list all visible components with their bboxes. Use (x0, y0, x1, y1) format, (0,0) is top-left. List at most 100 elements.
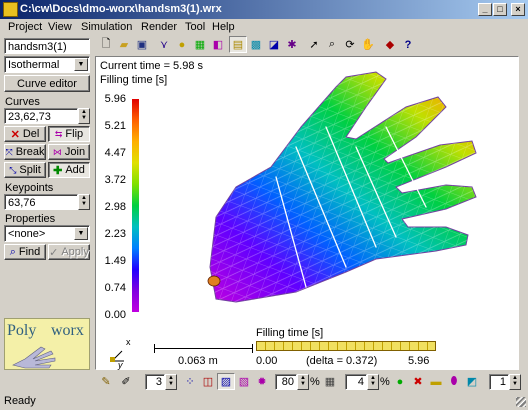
legend-title: Filling time [s] (100, 74, 168, 86)
axis-indicator (110, 350, 124, 362)
eraser-icon[interactable]: ⬮ (445, 373, 463, 390)
value1-spinner[interactable]: ▲ ▼ (165, 374, 177, 390)
flip-icon: ⇆ (54, 128, 63, 139)
pointer-icon[interactable]: ➚ (305, 36, 323, 53)
resize-grip[interactable] (516, 397, 526, 407)
plus-icon: ✚ (53, 164, 63, 177)
grid-icon[interactable]: ▩ (247, 36, 265, 53)
polyworx-logo: Poly worx (4, 318, 90, 370)
maximize-button[interactable]: □ (493, 3, 507, 16)
split-button[interactable]: ⤡ Split (4, 162, 46, 178)
main-toolbar: 🗋 ▰ ▣ ⋎ ● ▦ ◧ ▤ ▩ ◪ ✱ ➚ ⌕ ⟳ ✋ ◆ ? (95, 36, 519, 55)
value2-field[interactable]: 80 (275, 374, 297, 390)
scale-bar (154, 348, 252, 349)
green-ball-icon[interactable]: ● (391, 373, 409, 390)
value2-spinner[interactable]: ▲ ▼ (297, 374, 309, 390)
book-icon[interactable]: ◆ (381, 36, 399, 53)
mode-select[interactable]: Isothermal ▼ (4, 56, 90, 73)
break-button[interactable]: ⤧ Break (4, 144, 46, 160)
find-button[interactable]: ⌕ Find (4, 244, 46, 260)
light-icon[interactable]: ✹ (253, 373, 271, 390)
cube-icon[interactable]: ◪ (265, 36, 283, 53)
del-button[interactable]: ✕ Del (4, 126, 46, 142)
bottom-legend-title: Filling time [s] (256, 327, 324, 339)
app-icon (3, 2, 18, 17)
keypoints-spinner[interactable]: ▲ ▼ (78, 194, 90, 210)
apply-button[interactable]: ✓ Apply (48, 244, 90, 260)
join-button[interactable]: ⋈ Join (48, 144, 90, 160)
star-icon[interactable]: ✱ (283, 36, 301, 53)
add-button[interactable]: ✚ Add (48, 162, 90, 178)
binoculars-icon: ⌕ (9, 245, 16, 258)
menu-project[interactable]: Project (8, 21, 42, 33)
keypoints-field[interactable]: 63,76 (4, 194, 78, 210)
percent-label-2: % (380, 376, 390, 388)
curves-spinner[interactable]: ▲ ▼ (78, 108, 90, 124)
open-folder-icon[interactable]: ▰ (115, 36, 133, 53)
zoom-icon[interactable]: ⌕ (323, 36, 341, 53)
shade-icon[interactable]: ▨ (217, 373, 235, 390)
injection-point-marker (207, 275, 221, 287)
cross-icon[interactable]: ✖ (409, 373, 427, 390)
frame-icon[interactable]: ◫ (199, 373, 217, 390)
axis-x-label: x (126, 337, 131, 347)
axis-y-label: y (118, 360, 123, 370)
save-icon[interactable]: ▣ (133, 36, 151, 53)
surface-icon[interactable]: ▦ (191, 36, 209, 53)
render-mode-icon[interactable]: ▤ (229, 36, 247, 53)
menu-view[interactable]: View (48, 21, 72, 33)
edit-icon[interactable]: ✐ (117, 373, 135, 390)
status-bar: Ready (0, 393, 528, 410)
new-icon[interactable]: 🗋 (97, 36, 115, 53)
bar-icon[interactable]: ▬ (427, 373, 445, 390)
hatch-icon[interactable]: ▧ (235, 373, 253, 390)
help-icon[interactable]: ? (399, 36, 417, 53)
mode-select-value: Isothermal (8, 59, 60, 71)
status-text: Ready (4, 395, 36, 407)
properties-select[interactable]: <none> ▼ (4, 225, 90, 242)
simulation-viewport[interactable]: Current time = 5.98 s Filling time [s] 5… (95, 56, 519, 370)
break-icon: ⤧ (5, 146, 13, 157)
pan-hand-icon[interactable]: ✋ (359, 36, 377, 53)
menu-tool[interactable]: Tool (185, 21, 205, 33)
scale-bar-label: 0.063 m (178, 355, 218, 367)
minimize-button[interactable]: _ (478, 3, 492, 16)
menu-help[interactable]: Help (212, 21, 235, 33)
check-icon: ✓ (49, 246, 59, 259)
dots-icon[interactable]: ⁘ (181, 373, 199, 390)
gradient-icon[interactable]: ◩ (463, 373, 481, 390)
properties-label: Properties (5, 213, 56, 225)
flip-button[interactable]: ⇆ Flip (48, 126, 90, 142)
value4-spinner[interactable]: ▲ ▼ (509, 374, 521, 390)
bulb-icon[interactable]: ● (173, 36, 191, 53)
model-name-field[interactable]: handsm3(1) (4, 38, 90, 54)
delete-icon: ✕ (10, 128, 20, 141)
hand-mesh (207, 71, 477, 303)
value1-field[interactable]: 3 (145, 374, 165, 390)
value3-field[interactable]: 4 (345, 374, 367, 390)
curves-field[interactable]: 23,62,73 (4, 108, 78, 124)
rotate-icon[interactable]: ⟳ (341, 36, 359, 53)
pencil-icon[interactable]: ✎ (97, 373, 115, 390)
calculator-icon[interactable]: ▦ (321, 373, 339, 390)
curve-editor-button[interactable]: Curve editor (4, 75, 90, 92)
value4-field[interactable]: 1 (489, 374, 509, 390)
window-title: C:\cw\Docs\dmo-worx\handsm3(1).wrx (20, 3, 222, 15)
chevron-down-icon[interactable]: ▼ (74, 58, 88, 71)
legend-ticks: 5.96 5.21 4.47 3.72 2.98 2.23 1.49 0.74 … (104, 93, 126, 321)
curves-label: Curves (5, 96, 40, 108)
close-button[interactable]: × (511, 3, 525, 16)
join-icon: ⋈ (52, 146, 62, 157)
properties-select-value: <none> (8, 228, 46, 240)
value3-spinner[interactable]: ▲ ▼ (367, 374, 379, 390)
bottom-legend-delta: (delta = 0.372) (306, 355, 378, 367)
menu-simulation[interactable]: Simulation (81, 21, 132, 33)
mesh-icon[interactable]: ⋎ (155, 36, 173, 53)
bottom-legend-bar (256, 341, 436, 351)
bottom-legend-min: 0.00 (256, 355, 278, 367)
split-icon: ⤡ (9, 164, 17, 175)
menu-bar: Project View Simulation Render Tool Help (0, 19, 528, 36)
layers-icon[interactable]: ◧ (209, 36, 227, 53)
menu-render[interactable]: Render (141, 21, 177, 33)
chevron-down-icon[interactable]: ▼ (74, 227, 88, 240)
